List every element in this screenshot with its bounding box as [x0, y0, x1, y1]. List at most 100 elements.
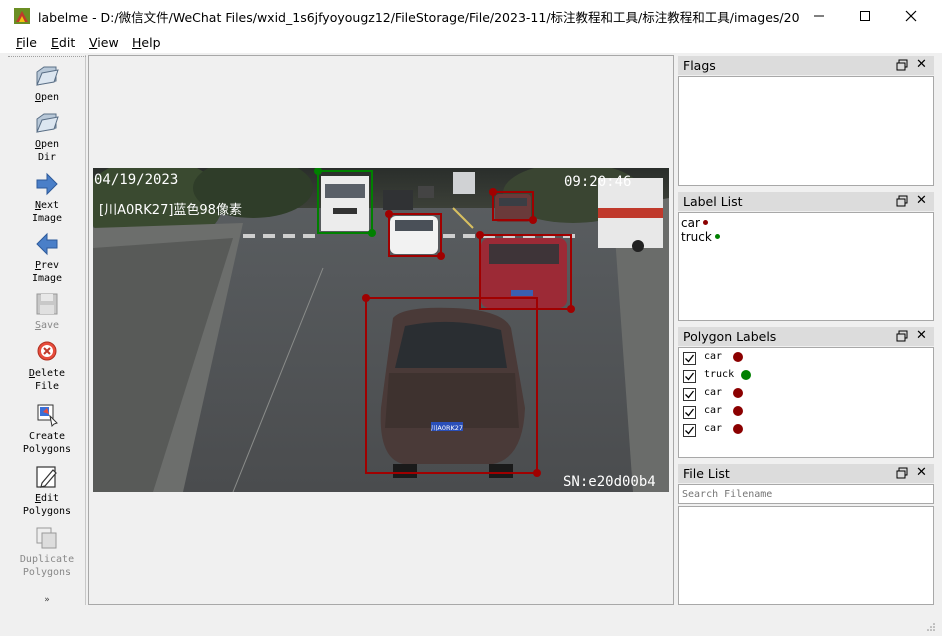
label-list-dock-title: Label List: [683, 194, 743, 209]
maximize-button[interactable]: [842, 0, 888, 31]
checkbox-checked[interactable]: [683, 406, 696, 419]
checkmark-icon: [685, 354, 695, 363]
checkmark-icon: [685, 408, 695, 417]
edit-polygon-icon: [36, 466, 57, 488]
overlay-time: 09:20:46: [564, 174, 631, 190]
close-icon: [905, 10, 917, 21]
duplicate-polygons-button[interactable]: Duplicate Polygons: [8, 525, 86, 579]
dock-close-icon[interactable]: ✕: [916, 194, 927, 208]
edit-polygons-label: Edit Polygons: [22, 493, 72, 517]
status-bar: [0, 606, 942, 636]
minimize-icon: [814, 15, 824, 16]
next-image-label: Next Image: [31, 200, 63, 224]
flags-dock: Flags ✕: [678, 56, 934, 186]
checkmark-icon: [685, 372, 695, 381]
polygon-color-dot: [733, 388, 743, 398]
open-label: Open: [34, 92, 60, 103]
delete-file-button[interactable]: Delete File: [8, 339, 86, 393]
file-list-dock-title-bar: File List ✕: [678, 464, 934, 483]
menu-file[interactable]: File: [16, 35, 37, 50]
polygon-color-dot: [733, 352, 743, 362]
dock-float-icon[interactable]: [896, 195, 908, 207]
size-grip-icon[interactable]: [926, 622, 936, 632]
label-list-dock: Label List ✕ car truck: [678, 192, 934, 322]
labelme-app-icon: [14, 8, 30, 24]
delete-icon: [37, 341, 57, 361]
save-icon: [36, 293, 58, 315]
label-name: truck: [681, 230, 712, 244]
label-list-item[interactable]: truck: [681, 230, 720, 244]
label-color-dot: [702, 220, 708, 225]
file-list-dock: File List ✕: [678, 464, 934, 606]
toolbar-more-chevron[interactable]: »: [8, 595, 86, 605]
arrow-right-icon: [36, 172, 58, 196]
prev-image-button[interactable]: Prev Image: [8, 231, 86, 285]
polygon-label-text: car: [704, 423, 723, 434]
checkbox-checked[interactable]: [683, 352, 696, 365]
open-button[interactable]: Open: [8, 63, 86, 104]
label-list[interactable]: car truck: [678, 212, 934, 321]
menu-edit[interactable]: Edit: [51, 35, 75, 50]
dock-close-icon[interactable]: ✕: [916, 466, 927, 480]
checkbox-checked[interactable]: [683, 388, 696, 401]
create-polygons-label: Create Polygons: [22, 431, 72, 455]
dock-close-icon[interactable]: ✕: [916, 58, 927, 72]
save-label: Save: [34, 320, 60, 331]
polygon-color-dot: [733, 406, 743, 416]
close-button[interactable]: [888, 0, 934, 31]
polygon-color-dot: [733, 424, 743, 434]
menu-bar: File Edit View Help: [0, 31, 942, 53]
checkbox-checked[interactable]: [683, 424, 696, 437]
open-dir-button[interactable]: Open Dir: [8, 110, 86, 164]
polygon-labels-dock-title: Polygon Labels: [683, 329, 777, 344]
dock-float-icon[interactable]: [896, 59, 908, 71]
create-polygons-button[interactable]: Create Polygons: [8, 402, 86, 456]
prev-image-label: Prev Image: [31, 260, 63, 284]
save-button[interactable]: Save: [8, 291, 86, 332]
dock-close-icon[interactable]: ✕: [916, 329, 927, 343]
minimize-button[interactable]: [796, 0, 842, 31]
car-plate-text: 川A0RK27: [431, 424, 463, 432]
label-list-item[interactable]: car: [681, 216, 708, 230]
edit-polygons-button[interactable]: Edit Polygons: [8, 464, 86, 518]
delete-file-label: Delete File: [28, 368, 66, 392]
polygon-label-text: car: [704, 405, 723, 416]
polygon-color-dot: [741, 370, 751, 380]
flags-dock-title-bar: Flags ✕: [678, 56, 934, 75]
flags-dock-title: Flags: [683, 58, 716, 73]
road-scene-image: 川A0RK27 04/19/2023 09:20:46 [川A0RK27]蓝色9…: [93, 168, 669, 492]
polygon-labels-dock: Polygon Labels ✕ car truck car car car: [678, 327, 934, 459]
tools-toolbar: Open Open Dir Next Image Prev Image Save: [8, 55, 86, 605]
polygon-label-text: car: [704, 351, 723, 362]
maximize-icon: [860, 10, 870, 21]
menu-view[interactable]: View: [89, 35, 119, 50]
polygon-label-text: truck: [704, 369, 735, 380]
polygon-labels-list[interactable]: car truck car car car: [678, 347, 934, 458]
menu-help[interactable]: Help: [132, 35, 161, 50]
label-color-dot: [714, 234, 720, 239]
title-bar: labelme - D:/微信文件/WeChat Files/wxid_1s6j…: [0, 0, 942, 31]
window-title: labelme - D:/微信文件/WeChat Files/wxid_1s6j…: [38, 10, 800, 25]
checkbox-checked[interactable]: [683, 370, 696, 383]
annotated-image[interactable]: 川A0RK27 04/19/2023 09:20:46 [川A0RK27]蓝色9…: [93, 168, 669, 492]
dock-float-icon[interactable]: [896, 330, 908, 342]
polygon-label-text: car: [704, 387, 723, 398]
duplicate-icon: [36, 527, 57, 549]
file-list[interactable]: [678, 506, 934, 605]
label-list-dock-title-bar: Label List ✕: [678, 192, 934, 211]
overlay-date: 04/19/2023: [94, 172, 178, 188]
open-dir-label: Open Dir: [34, 139, 60, 163]
overlay-plate-caption: [川A0RK27]蓝色98像素: [99, 202, 242, 218]
label-name: car: [681, 216, 700, 230]
flags-list[interactable]: [678, 76, 934, 186]
open-folder-icon: [36, 66, 59, 86]
create-polygon-icon: [37, 404, 58, 428]
checkmark-icon: [685, 390, 695, 399]
toolbar-grip[interactable]: [8, 56, 86, 59]
dock-float-icon[interactable]: [896, 467, 908, 479]
next-image-button[interactable]: Next Image: [8, 171, 86, 225]
duplicate-polygons-label: Duplicate Polygons: [19, 554, 75, 578]
polygon-labels-dock-title-bar: Polygon Labels ✕: [678, 327, 934, 346]
search-filename-input[interactable]: [678, 484, 934, 504]
file-list-dock-title: File List: [683, 466, 730, 481]
